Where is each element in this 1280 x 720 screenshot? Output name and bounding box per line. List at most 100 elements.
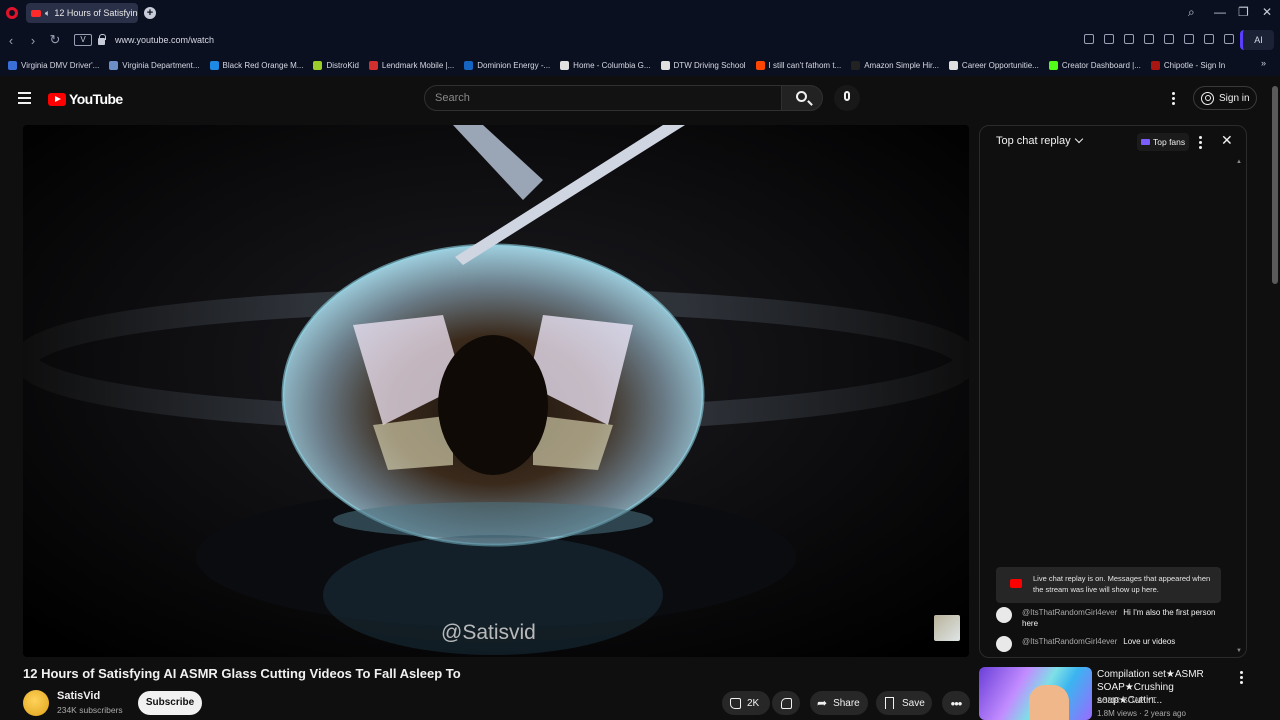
crown-icon bbox=[1141, 139, 1150, 145]
sign-in-button[interactable]: Sign in bbox=[1193, 86, 1257, 110]
bookmark-item[interactable]: DTW Driving School bbox=[660, 60, 746, 70]
top-fans-label: Top fans bbox=[1153, 137, 1186, 147]
recommended-video-thumbnail[interactable] bbox=[979, 667, 1092, 720]
minimize-button[interactable]: — bbox=[1214, 5, 1226, 19]
bookmark-item[interactable]: Dominion Energy -... bbox=[464, 60, 550, 70]
video-watermark: @Satisvid bbox=[441, 621, 536, 644]
bookmark-label: I still can't fathom t... bbox=[768, 60, 842, 70]
chat-replay-notice-text: Live chat replay is on. Messages that ap… bbox=[1033, 574, 1211, 594]
bookmark-favicon-icon bbox=[851, 60, 861, 70]
reload-icon[interactable]: ↻ bbox=[44, 32, 66, 48]
bookmark-label: Black Red Orange M... bbox=[222, 60, 304, 70]
youtube-favicon-icon bbox=[31, 9, 41, 17]
chat-mode-dropdown[interactable]: Top chat replay bbox=[996, 134, 1083, 147]
like-count: 2K bbox=[747, 697, 760, 709]
bookmark-favicon-icon bbox=[660, 60, 670, 70]
bookmark-item[interactable]: Creator Dashboard |... bbox=[1048, 60, 1141, 70]
search-button[interactable] bbox=[781, 85, 823, 111]
shield-icon[interactable] bbox=[1124, 34, 1134, 44]
bookmark-favicon-icon bbox=[464, 60, 474, 70]
opera-logo-icon[interactable] bbox=[6, 7, 18, 19]
hamburger-menu-icon[interactable] bbox=[18, 92, 31, 107]
save-button[interactable]: Save bbox=[876, 691, 932, 715]
bookmark-label: Creator Dashboard |... bbox=[1061, 60, 1141, 70]
channel-branding-thumbnail[interactable] bbox=[934, 615, 960, 641]
chat-avatar[interactable] bbox=[996, 636, 1012, 652]
new-tab-button[interactable]: + bbox=[144, 7, 156, 19]
recommended-video-channel[interactable]: ASMR SOAP YT bbox=[1097, 696, 1157, 705]
chat-options-kebab-icon[interactable] bbox=[1199, 136, 1202, 151]
camera-icon[interactable] bbox=[1104, 34, 1114, 44]
video-title: 12 Hours of Satisfying AI ASMR Glass Cut… bbox=[23, 666, 461, 681]
top-fans-button[interactable]: Top fans bbox=[1137, 133, 1190, 151]
speaker-icon[interactable]: 🔈︎ bbox=[45, 8, 50, 19]
chat-message: @ItsThatRandomGirl4ever Hi I'm also the f… bbox=[996, 607, 1227, 629]
channel-avatar[interactable] bbox=[23, 690, 49, 716]
bookmarks-bar: Virginia DMV Driver'... Virginia Departme… bbox=[0, 54, 1280, 76]
bookmark-item[interactable]: Lendmark Mobile |... bbox=[368, 60, 455, 70]
chat-scroll-down-icon[interactable]: ▼ bbox=[1236, 648, 1242, 654]
save-playlist-icon bbox=[885, 697, 894, 709]
channel-name[interactable]: SatisVid bbox=[57, 690, 100, 702]
bookmark-favicon-icon bbox=[209, 60, 219, 70]
share-button[interactable]: ➦ Share bbox=[810, 691, 868, 715]
bookmark-label: Lendmark Mobile |... bbox=[381, 60, 455, 70]
address-bar-tools bbox=[1084, 34, 1234, 44]
live-chat-panel: Top chat replay Top fans ✕ ▲ Live chat r… bbox=[979, 125, 1247, 658]
tab-search-icon[interactable]: ⌕ bbox=[1188, 5, 1195, 20]
bookmarks-overflow-icon[interactable]: » bbox=[1261, 58, 1266, 68]
chat-avatar[interactable] bbox=[996, 607, 1012, 623]
thumbs-up-icon bbox=[730, 697, 741, 709]
bookmark-item[interactable]: Amazon Simple Hir... bbox=[851, 60, 939, 70]
bookmark-favicon-icon bbox=[948, 60, 958, 70]
v-badge[interactable]: V bbox=[74, 34, 92, 46]
page-scrollbar[interactable] bbox=[1272, 86, 1278, 284]
bookmark-favicon-icon bbox=[368, 60, 378, 70]
bookmark-label: Chipotle - Sign In bbox=[1163, 60, 1226, 70]
restore-button[interactable]: ❐ bbox=[1238, 5, 1249, 19]
profile-icon[interactable] bbox=[1224, 34, 1234, 44]
more-actions-button[interactable]: ••• bbox=[942, 691, 970, 715]
bookmark-item[interactable]: Career Opportunitie... bbox=[948, 60, 1039, 70]
dislike-button[interactable] bbox=[772, 691, 800, 715]
bookmark-favicon-icon bbox=[313, 60, 323, 70]
lock-icon[interactable] bbox=[98, 33, 106, 45]
chevron-down-icon bbox=[1074, 134, 1083, 144]
recommended-video-kebab-icon[interactable] bbox=[1240, 671, 1243, 686]
subscribe-button[interactable]: Subscribe bbox=[138, 691, 202, 715]
save-label: Save bbox=[902, 697, 925, 709]
bookmark-item[interactable]: I still can't fathom t... bbox=[755, 60, 842, 70]
ai-button[interactable]: AI bbox=[1240, 30, 1274, 50]
bookmark-favicon-icon bbox=[109, 60, 119, 70]
share-arrow-icon: ➦ bbox=[817, 696, 828, 710]
video-player[interactable]: @Satisvid bbox=[23, 125, 969, 657]
download-icon[interactable] bbox=[1184, 34, 1194, 44]
like-button[interactable]: 2K bbox=[722, 691, 770, 715]
edit-icon[interactable] bbox=[1084, 34, 1094, 44]
play-icon[interactable] bbox=[1144, 34, 1154, 44]
close-window-button[interactable]: ✕ bbox=[1262, 5, 1272, 19]
bookmark-favicon-icon bbox=[560, 60, 570, 70]
browser-tab[interactable]: 🔈︎ 12 Hours of Satisfying bbox=[26, 3, 138, 23]
bookmark-item[interactable]: DistroKid bbox=[313, 60, 359, 70]
voice-search-button[interactable] bbox=[834, 85, 860, 111]
search-input[interactable] bbox=[425, 86, 781, 110]
chat-author[interactable]: @ItsThatRandomGirl4ever bbox=[1022, 608, 1117, 617]
menu-icon[interactable] bbox=[1204, 34, 1214, 44]
bookmark-item[interactable]: Virginia Department... bbox=[109, 60, 200, 70]
bookmark-label: Virginia DMV Driver'... bbox=[21, 60, 100, 70]
chat-scroll-up-icon[interactable]: ▲ bbox=[1236, 159, 1242, 165]
bookmark-item[interactable]: Home - Columbia G... bbox=[560, 60, 651, 70]
bookmark-item[interactable]: Chipotle - Sign In bbox=[1150, 60, 1226, 70]
youtube-logo[interactable]: YouTube bbox=[48, 91, 123, 107]
bookmark-item[interactable]: Black Red Orange M... bbox=[209, 60, 304, 70]
address-bar-row: ‹ › ↻ V www.youtube.com/watch AI bbox=[0, 26, 1280, 54]
chat-author[interactable]: @ItsThatRandomGirl4ever bbox=[1022, 637, 1117, 646]
chat-close-button[interactable]: ✕ bbox=[1221, 132, 1233, 149]
back-icon[interactable]: ‹ bbox=[0, 33, 22, 48]
url-field[interactable]: www.youtube.com/watch bbox=[115, 35, 214, 45]
settings-kebab-icon[interactable] bbox=[1172, 92, 1176, 107]
forward-icon[interactable]: › bbox=[22, 33, 44, 48]
heart-icon[interactable] bbox=[1164, 34, 1174, 44]
bookmark-item[interactable]: Virginia DMV Driver'... bbox=[8, 60, 100, 70]
